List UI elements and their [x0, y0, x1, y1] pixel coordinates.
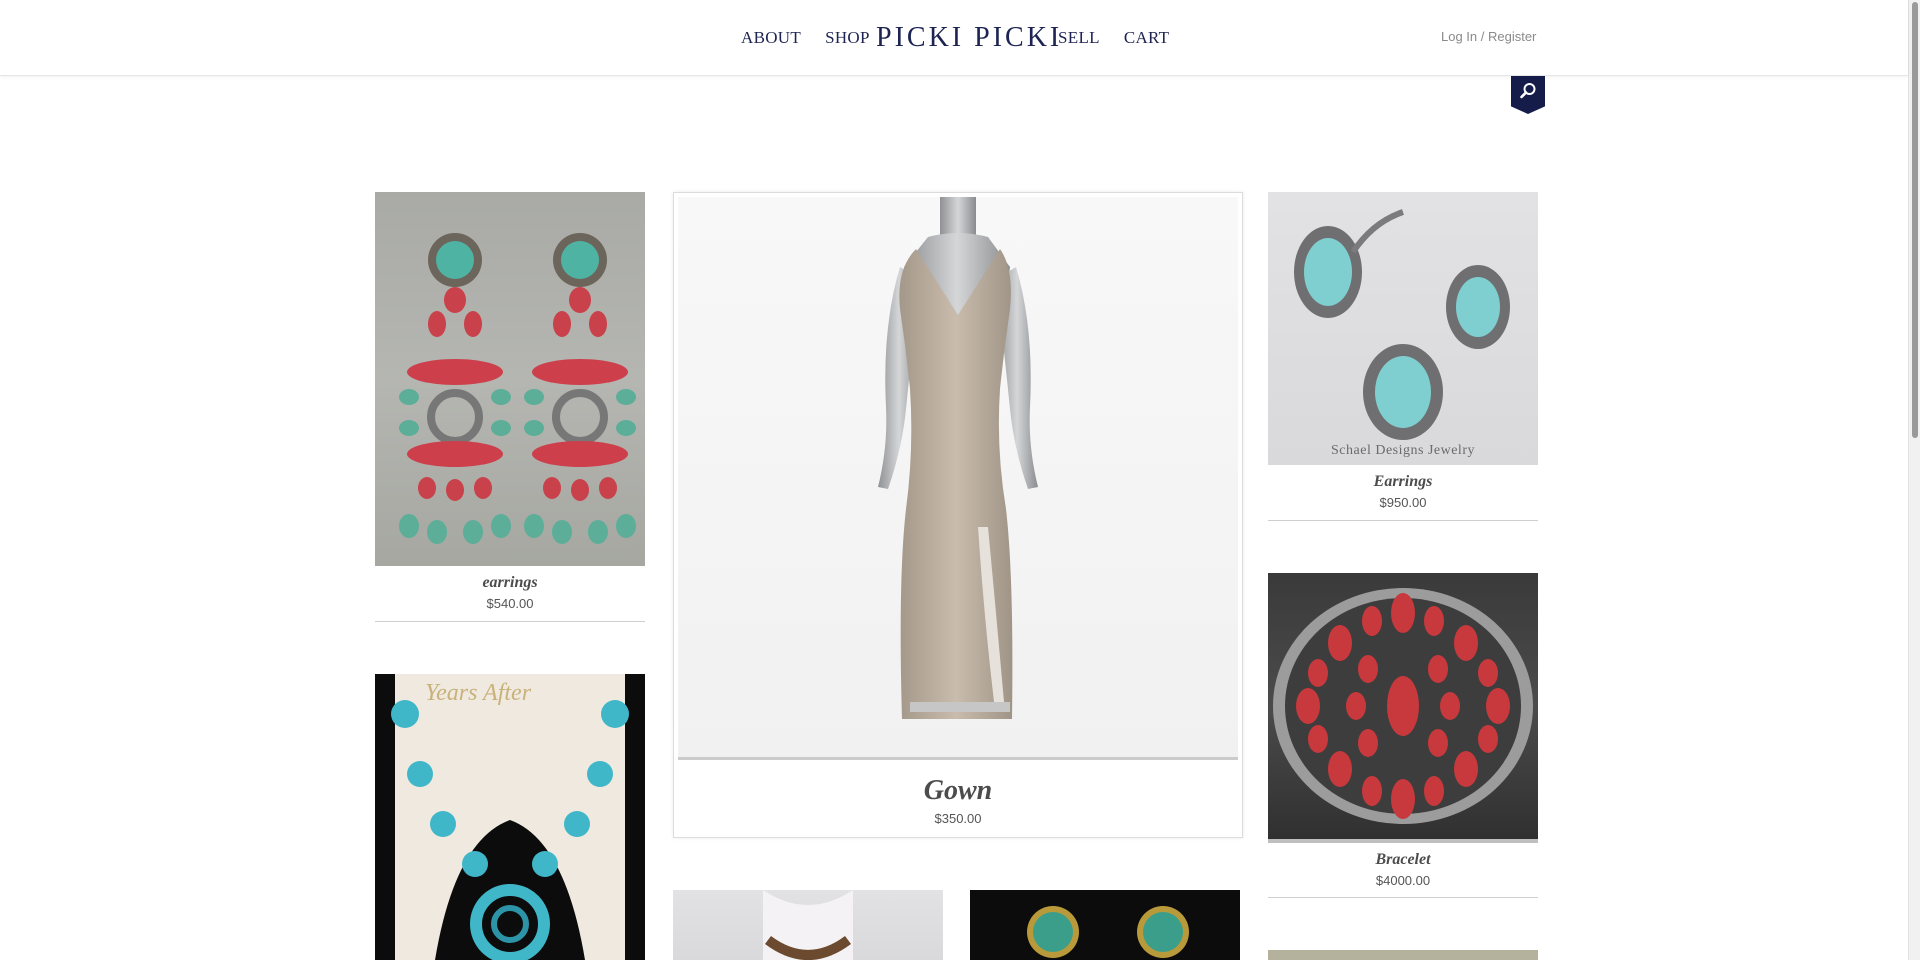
site-header: ABOUT SHOP PICKI PICKI SELL CART Log In …	[0, 0, 1908, 76]
product-image[interactable]	[1268, 573, 1538, 839]
nav-about-link[interactable]: ABOUT	[741, 28, 801, 48]
page-scrollbar[interactable]	[1908, 0, 1920, 960]
divider	[1268, 520, 1538, 521]
product-card[interactable]	[1268, 950, 1538, 960]
product-price: $350.00	[934, 811, 982, 826]
product-price: $950.00	[1379, 495, 1427, 510]
product-card[interactable]: earrings $540.00	[375, 192, 645, 622]
product-image[interactable]	[375, 192, 645, 566]
scrollbar-thumb[interactable]	[1912, 2, 1918, 438]
gown-image	[878, 197, 1038, 719]
product-card[interactable]: Years After	[375, 674, 645, 960]
image-watermark: Schael Designs Jewelry	[1331, 443, 1475, 458]
product-image[interactable]: Years After	[375, 674, 645, 960]
nav-sell-link[interactable]: SELL	[1058, 28, 1100, 48]
product-image[interactable]	[678, 197, 1238, 757]
product-image[interactable]	[970, 890, 1240, 960]
product-price: $540.00	[486, 596, 534, 611]
product-info: earrings $540.00	[375, 566, 645, 611]
turquoise-necklace-image	[391, 674, 629, 960]
product-card[interactable]: Schael Designs Jewelry Earrings $950.00	[1268, 192, 1538, 522]
divider	[1268, 897, 1538, 898]
necklace-bust-image	[763, 890, 853, 960]
nav-left: ABOUT SHOP	[741, 0, 870, 76]
search-button[interactable]	[1511, 76, 1545, 114]
product-card[interactable]	[673, 890, 943, 960]
divider	[678, 757, 1238, 760]
product-image[interactable]	[1268, 950, 1538, 960]
product-card[interactable]: Bracelet $4000.00	[1268, 573, 1538, 898]
nav-cart-link[interactable]: CART	[1124, 28, 1170, 48]
nav-shop-link[interactable]: SHOP	[825, 28, 870, 48]
product-image[interactable]	[673, 890, 943, 960]
coral-bracelet-image	[1273, 588, 1533, 824]
brand-logo[interactable]: PICKI PICKI	[876, 0, 1062, 76]
earrings-image	[399, 192, 645, 566]
nav-right: SELL CART	[1058, 0, 1169, 76]
turquoise-studs-image	[1027, 906, 1189, 958]
search-icon	[1520, 83, 1536, 99]
product-title[interactable]: earrings	[375, 574, 645, 592]
image-watermark: Years After	[425, 680, 532, 706]
product-title[interactable]: Bracelet	[1268, 851, 1538, 869]
product-price: $4000.00	[1375, 873, 1431, 888]
turquoise-earrings-image	[1294, 209, 1510, 440]
featured-product-card[interactable]: Gown $350.00	[673, 192, 1243, 838]
divider	[375, 621, 645, 622]
product-title[interactable]: Gown	[674, 775, 1242, 807]
product-info: Gown $350.00	[674, 761, 1242, 826]
divider	[1268, 839, 1538, 843]
product-image[interactable]: Schael Designs Jewelry	[1268, 192, 1538, 465]
login-register-link[interactable]: Log In / Register	[1441, 29, 1536, 44]
product-info: Bracelet $4000.00	[1268, 839, 1538, 888]
product-info: Earrings $950.00	[1268, 465, 1538, 510]
product-title[interactable]: Earrings	[1268, 473, 1538, 491]
product-card[interactable]	[970, 890, 1240, 960]
